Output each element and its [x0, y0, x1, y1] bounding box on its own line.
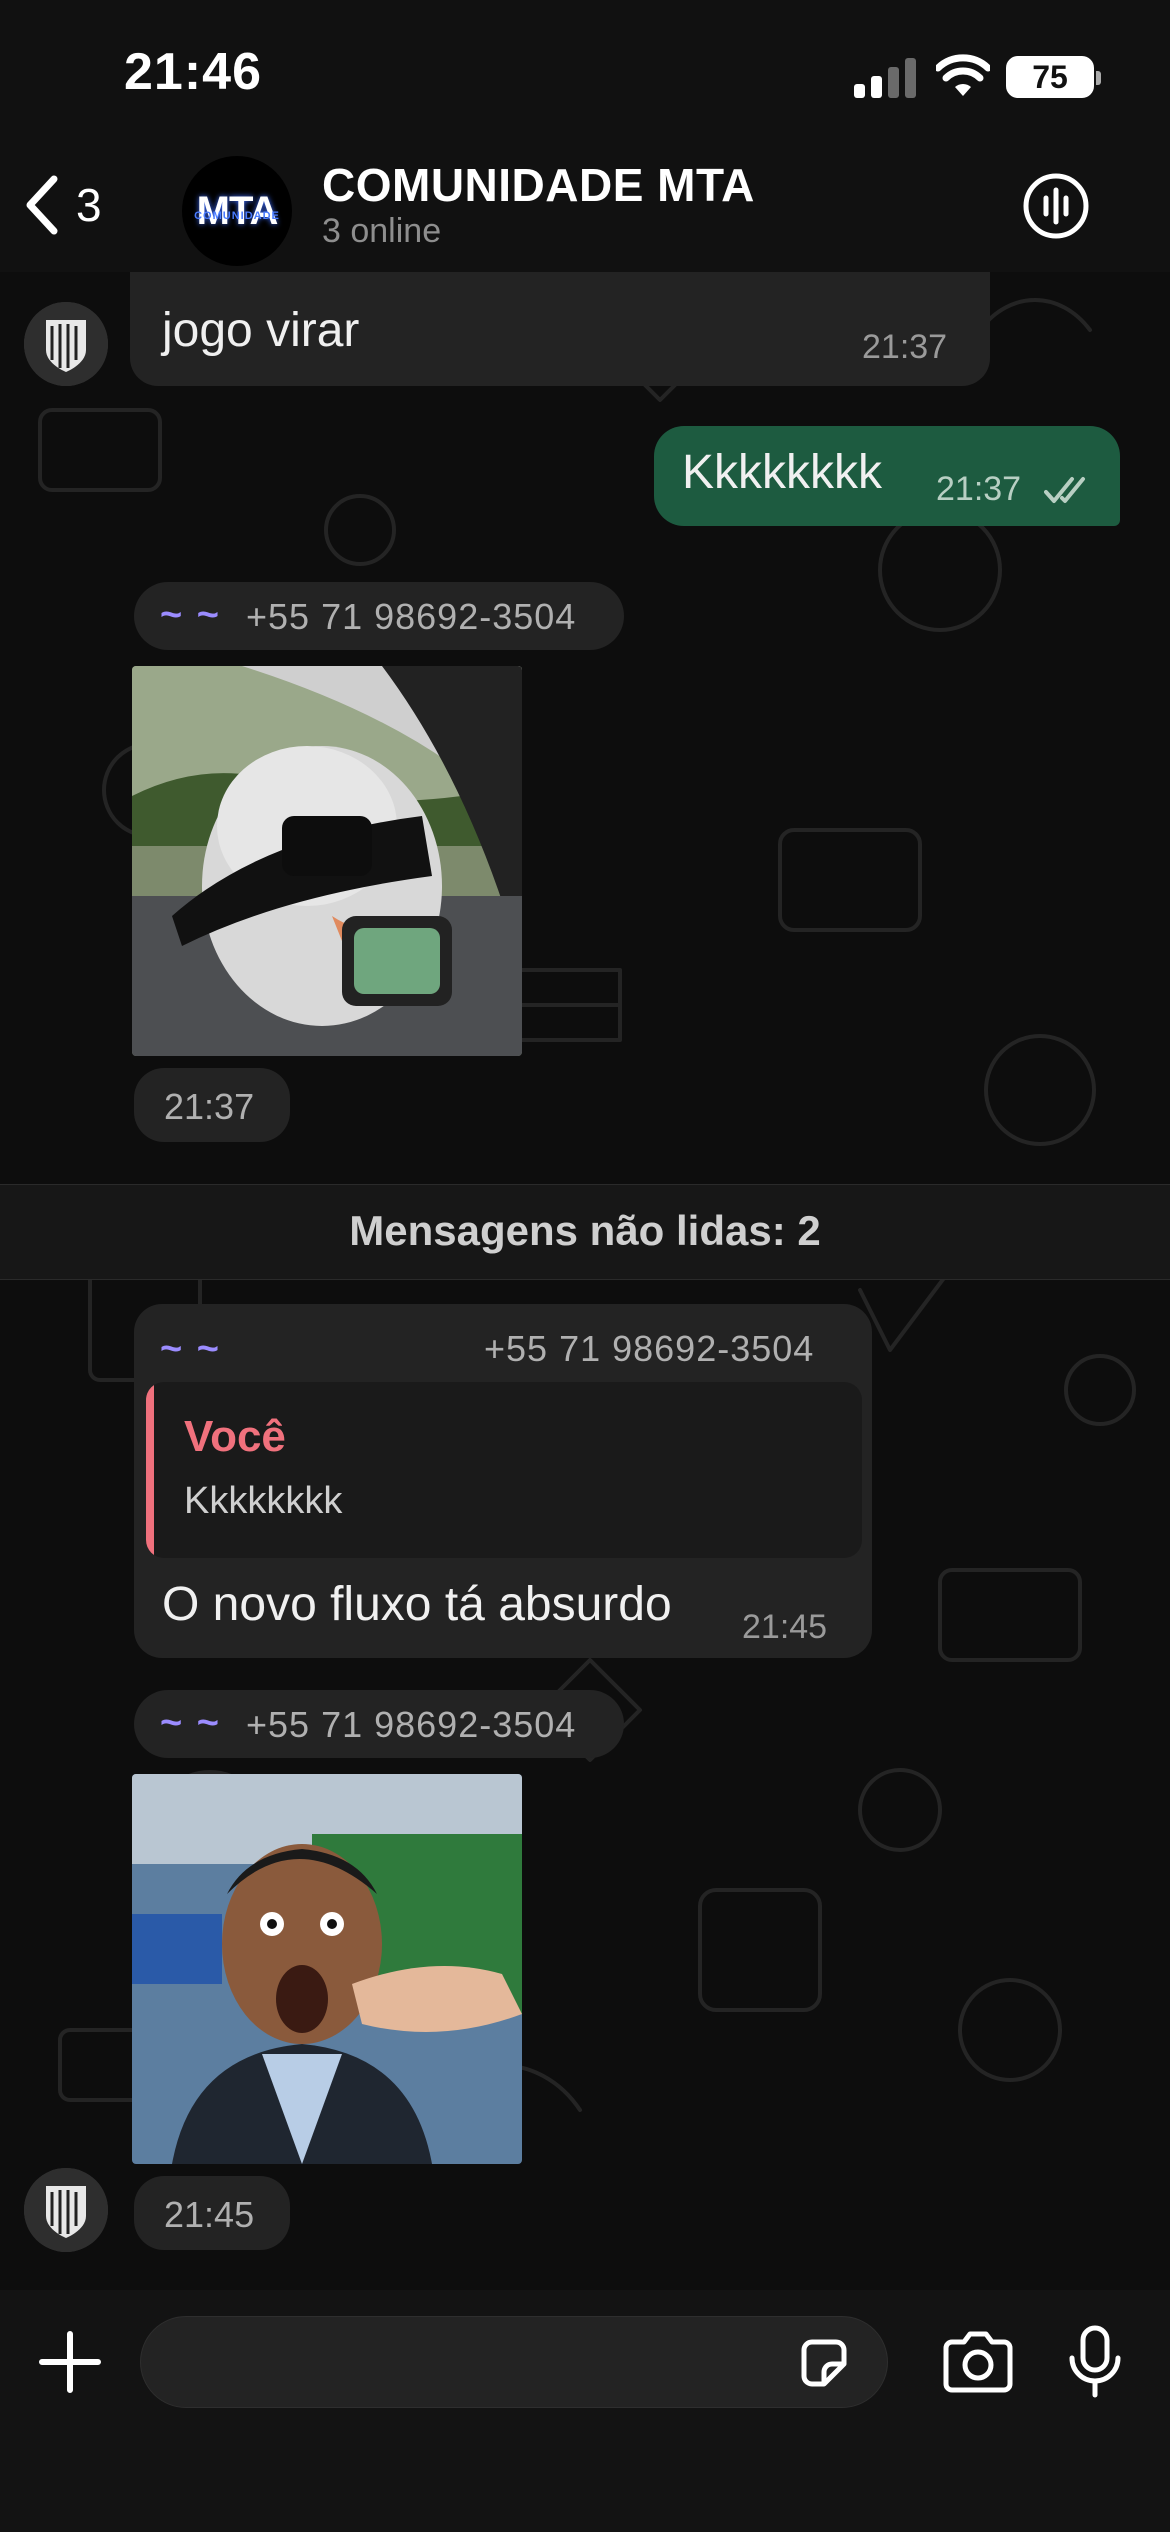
sender-avatar[interactable]: [24, 2168, 108, 2252]
quoted-message[interactable]: Você Kkkkkkkk: [146, 1382, 862, 1558]
camera-icon[interactable]: [940, 2330, 1016, 2394]
sender-name: ~ ~: [160, 1328, 221, 1370]
message-time: 21:37: [164, 1086, 255, 1127]
message-text: Kkkkkkkk: [682, 446, 883, 499]
battery-icon: 75: [1006, 56, 1101, 98]
group-name[interactable]: COMUNIDADE MTA: [322, 158, 755, 212]
message-time: 21:45: [742, 1608, 828, 1646]
message-time: 21:37: [862, 328, 948, 366]
plus-icon[interactable]: [38, 2330, 102, 2394]
group-online-status: 3 online: [322, 212, 442, 250]
unread-messages-divider: Mensagens não lidas: 2: [0, 1184, 1170, 1280]
sender-label[interactable]: ~ ~ +55 71 98692-3504: [134, 1690, 624, 1758]
outgoing-message[interactable]: Kkkkkkkk 21:37: [654, 426, 1120, 526]
message-input[interactable]: [140, 2316, 888, 2408]
cellular-signal-icon: [854, 58, 916, 98]
surprised-man-image: [132, 1774, 522, 2164]
back-button[interactable]: 3: [22, 168, 102, 242]
sender-phone: +55 71 98692-3504: [484, 1328, 815, 1369]
unread-chats-count: 3: [76, 179, 102, 231]
quote-author: Você: [184, 1412, 286, 1461]
quote-text: Kkkkkkkk: [184, 1480, 343, 1522]
voice-chat-icon[interactable]: [1020, 170, 1092, 242]
santos-crest-icon: [24, 2168, 108, 2252]
chat-header-overlay: 3 MTA COMUNIDADE COMUNIDADE MTA 3 online: [0, 150, 1170, 272]
microphone-icon[interactable]: [1066, 2324, 1124, 2400]
group-logo-subtext: COMUNIDADE: [194, 210, 280, 222]
quote-accent-bar: [146, 1382, 154, 1558]
chevron-left-icon: [26, 175, 58, 235]
status-time: 21:46: [124, 43, 262, 101]
sender-name: ~ ~: [160, 594, 221, 636]
sender-name: ~ ~: [160, 1702, 221, 1744]
message-time: 21:45: [164, 2194, 255, 2235]
sender-phone: +55 71 98692-3504: [246, 596, 577, 637]
message-time: 21:37: [936, 470, 1022, 508]
message-input-bar: [0, 2290, 1170, 2532]
santos-crest-icon: [24, 302, 108, 386]
status-bar: 21:46 75: [0, 0, 1170, 150]
sticker-icon[interactable]: [796, 2336, 852, 2392]
media-time-pill: 21:45: [134, 2176, 290, 2250]
sender-label[interactable]: ~ ~ +55 71 98692-3504: [134, 582, 624, 650]
sticker-image-duck[interactable]: [132, 666, 522, 1056]
media-time-pill: 21:37: [134, 1068, 290, 1142]
battery-level: 75: [1032, 59, 1068, 95]
message-text-line: jogo virar: [162, 304, 360, 357]
unread-messages-label: Mensagens não lidas: 2: [349, 1207, 821, 1254]
double-check-icon: [1044, 477, 1085, 503]
wifi-icon: [936, 54, 990, 96]
sender-avatar[interactable]: [24, 302, 108, 386]
sticker-image-surprised-man[interactable]: [132, 1774, 522, 2164]
message-text: O novo fluxo tá absurdo: [162, 1578, 672, 1631]
group-avatar[interactable]: MTA COMUNIDADE: [182, 156, 292, 266]
duck-sunglasses-image: [132, 666, 522, 1056]
sender-phone: +55 71 98692-3504: [246, 1704, 577, 1745]
